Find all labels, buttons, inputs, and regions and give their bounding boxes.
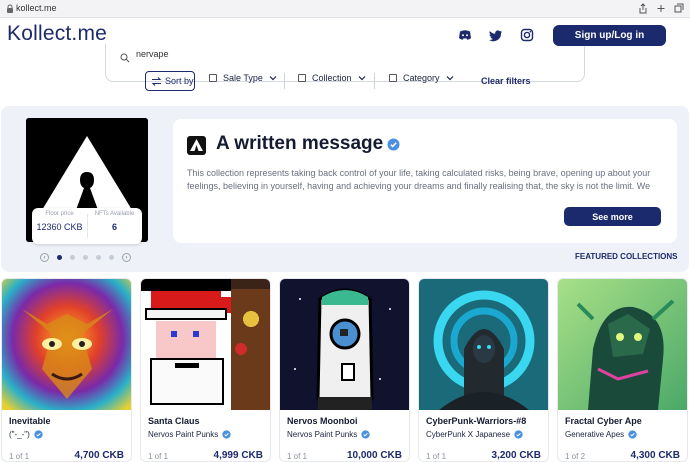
filter-divider (374, 73, 375, 89)
carousel-pager: ‹ › (40, 253, 131, 262)
nft-image (419, 279, 548, 410)
nft-card[interactable]: Fractal Cyber Ape Generative Apes 1 of 2… (557, 278, 688, 462)
nft-collection[interactable]: CyberPunk X Japanese (426, 430, 523, 439)
lock-icon (7, 4, 13, 13)
nft-collection[interactable]: Nervos Paint Punks (148, 430, 231, 439)
verified-badge-icon (34, 430, 43, 439)
filter-divider (284, 73, 285, 89)
discord-icon[interactable] (458, 28, 472, 42)
nft-card[interactable]: CyberPunk-Warriors-#8 CyberPunk X Japane… (418, 278, 549, 462)
chevron-down-icon (269, 76, 277, 81)
collection-label: Collection (312, 73, 352, 83)
chevron-down-icon (446, 76, 453, 81)
verified-badge-icon (514, 430, 523, 439)
nft-card-grid: Inevitable ("-_-") 1 of 1 4,700 CKB Sant… (0, 278, 690, 462)
category-filter[interactable]: Category (389, 73, 454, 83)
nft-image (141, 279, 270, 410)
sale-type-label: Sale Type (223, 73, 263, 83)
nft-price: 10,000 CKB (346, 450, 402, 461)
featured-collections-label: FEATURED COLLECTIONS (575, 252, 678, 261)
nft-card[interactable]: Nervos Moonboi Nervos Paint Punks 1 of 1… (279, 278, 410, 462)
instagram-icon[interactable] (520, 28, 534, 42)
search-icon (120, 53, 130, 63)
carousel-dot[interactable] (109, 255, 114, 260)
chevron-right-icon[interactable]: › (122, 253, 131, 262)
collection-title[interactable]: A written message (216, 133, 383, 155)
nft-image (280, 279, 409, 410)
signup-login-button[interactable]: Sign up/Log in (553, 25, 666, 46)
site-logo[interactable]: Kollect.me (7, 22, 107, 46)
sort-by-label: Sort by (165, 76, 194, 86)
twitter-icon[interactable] (489, 28, 503, 42)
nfts-available-value: 6 (111, 222, 117, 232)
sale-type-checkbox[interactable] (209, 74, 217, 82)
collection-logo (187, 136, 206, 155)
nft-edition: 1 of 1 (426, 452, 447, 461)
nft-name: CyberPunk-Warriors-#8 (426, 416, 527, 426)
share-icon[interactable] (638, 3, 648, 14)
sale-type-filter[interactable]: Sale Type (209, 73, 277, 83)
floor-price-value: 12360 CKB (36, 222, 83, 232)
nft-collection[interactable]: Generative Apes (565, 430, 637, 439)
nft-edition: 1 of 1 (287, 452, 308, 461)
floor-price-stat: Floor price 12360 CKB (32, 211, 87, 232)
nft-price: 3,200 CKB (491, 450, 541, 461)
nft-name: Inevitable (9, 416, 51, 426)
sort-icon (151, 76, 162, 86)
clear-filters-link[interactable]: Clear filters (481, 76, 531, 86)
category-label: Category (403, 73, 440, 83)
chevron-left-icon[interactable]: ‹ (40, 253, 49, 262)
collection-info-card: A written message This collection repres… (173, 119, 677, 243)
collection-checkbox[interactable] (298, 74, 306, 82)
filter-bar: Sort by Sale Type Collection Category Cl… (0, 70, 690, 94)
verified-badge-icon (387, 138, 400, 151)
sort-by-button[interactable]: Sort by (145, 71, 195, 91)
nft-price: 4,300 CKB (630, 450, 680, 461)
nft-image (558, 279, 687, 410)
nfts-available-stat: NFTs Available 6 (87, 211, 142, 232)
nft-image (2, 279, 131, 410)
nft-name: Santa Claus (148, 416, 200, 426)
nft-collection[interactable]: Nervos Paint Punks (287, 430, 370, 439)
nft-collection[interactable]: ("-_-") (9, 430, 43, 439)
nft-edition: 1 of 2 (565, 452, 586, 461)
carousel-dot[interactable] (83, 255, 88, 260)
browser-bar: kollect.me (0, 0, 690, 18)
site-header: Kollect.me Sign up/Log in (0, 18, 690, 82)
carousel-dot[interactable] (70, 255, 75, 260)
carousel-dot[interactable] (57, 255, 62, 260)
search-input[interactable] (136, 49, 436, 59)
verified-badge-icon (361, 430, 370, 439)
verified-badge-icon (628, 430, 637, 439)
carousel-dot[interactable] (96, 255, 101, 260)
chevron-down-icon (358, 76, 365, 81)
category-checkbox[interactable] (389, 74, 397, 82)
nft-edition: 1 of 1 (9, 452, 30, 461)
collection-stats: Floor price 12360 CKB NFTs Available 6 (32, 208, 142, 244)
nft-name: Nervos Moonboi (287, 416, 358, 426)
nft-card[interactable]: Inevitable ("-_-") 1 of 1 4,700 CKB (1, 278, 132, 462)
collection-filter[interactable]: Collection (298, 73, 366, 83)
add-tab-icon[interactable] (656, 3, 666, 14)
nft-price: 4,700 CKB (74, 450, 124, 461)
address-bar-url[interactable]: kollect.me (16, 3, 57, 13)
verified-badge-icon (222, 430, 231, 439)
nft-price: 4,999 CKB (213, 450, 263, 461)
nft-name: Fractal Cyber Ape (565, 416, 642, 426)
nft-edition: 1 of 1 (148, 452, 169, 461)
collection-description: This collection represents taking back c… (187, 168, 651, 195)
see-more-button[interactable]: See more (564, 207, 661, 226)
nft-card[interactable]: Santa Claus Nervos Paint Punks 1 of 1 4,… (140, 278, 271, 462)
tabs-icon[interactable] (674, 3, 684, 14)
